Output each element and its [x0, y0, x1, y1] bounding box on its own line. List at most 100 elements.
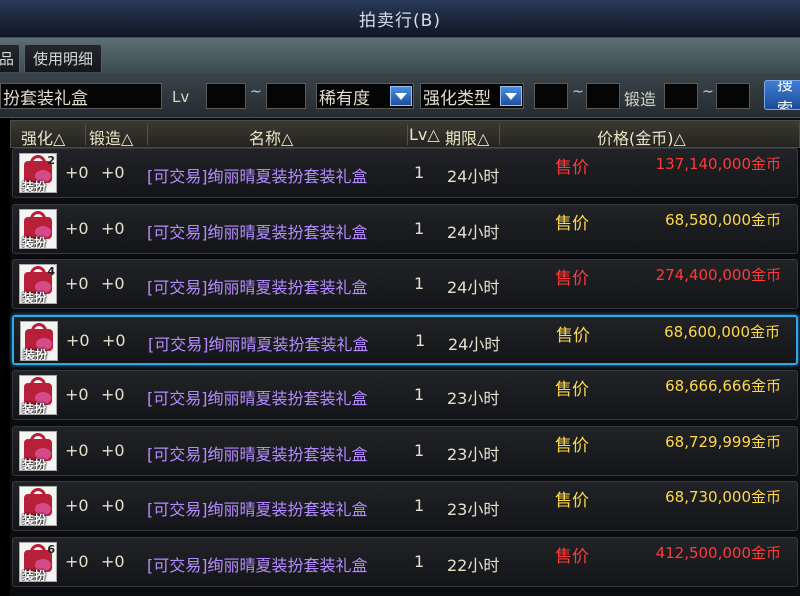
item-level: 1 — [415, 330, 426, 350]
enhance-type-dropdown-button[interactable] — [500, 86, 522, 106]
auction-list: 强化△ 锻造△ 名称△ Lv△ 期限△ 价格(金币)△ 装扮 2 +0 +0 [… — [10, 118, 800, 596]
forge-value: +0 — [101, 440, 125, 460]
item-level: 1 — [414, 274, 425, 293]
forge-max-input-1[interactable] — [586, 83, 620, 109]
item-duration: 22小时 — [447, 555, 500, 575]
enhance-value: +0 — [65, 385, 89, 404]
forge-min-input[interactable] — [534, 83, 568, 109]
table-row[interactable]: 装扮 +0 +0 [可交易]绚丽晴夏装扮套装礼盒 1 24小时 售价 68,60… — [12, 314, 798, 365]
price-label: 售价 — [555, 158, 589, 178]
filter-bar: 扮套装礼盒 Lv ~ 稀有度 强化类型 ~ 锻造 ~ — [0, 74, 800, 118]
gift-box-icon[interactable]: 装扮 — [19, 486, 57, 526]
search-input[interactable]: 扮套装礼盒 — [0, 83, 162, 109]
table-row[interactable]: 装扮 2 +0 +0 [可交易]绚丽晴夏装扮套装礼盒 1 24小时 售价 137… — [12, 148, 798, 198]
search-input-value: 扮套装礼盒 — [3, 88, 88, 109]
table-row[interactable]: 装扮 6 +0 +0 [可交易]绚丽晴夏装扮套装礼盒 1 22小时 售价 412… — [12, 536, 798, 587]
item-level: 1 — [414, 496, 425, 515]
item-icon-label: 装扮 — [22, 513, 47, 526]
header-enhance[interactable]: 强化△ — [21, 125, 65, 149]
enhance-value: +0 — [65, 274, 89, 293]
table-row[interactable]: 装扮 +0 +0 [可交易]绚丽晴夏装扮套装礼盒 1 24小时 售价 68,58… — [12, 203, 798, 254]
enhance-value: +0 — [65, 218, 89, 238]
lv-max-input[interactable] — [266, 83, 306, 109]
item-duration: 24小时 — [447, 278, 500, 297]
enhance-value: +0 — [66, 330, 90, 350]
header-divider — [407, 125, 408, 145]
item-duration: 23小时 — [447, 389, 500, 408]
forge-value: +0 — [102, 330, 126, 350]
gift-box-icon[interactable]: 装扮 — [19, 375, 57, 415]
item-icon-label: 装扮 — [22, 235, 47, 249]
table-row[interactable]: 装扮 +0 +0 [可交易]绚丽晴夏装扮套装礼盒 1 23小时 售价 68,66… — [12, 370, 798, 420]
price-value: 68,600,000金币 — [664, 322, 780, 341]
forge-value: +0 — [101, 163, 125, 182]
item-name: [可交易]绚丽晴夏装扮套装礼盒 — [148, 334, 369, 354]
item-level: 1 — [414, 385, 425, 404]
item-icon-label: 装扮 — [22, 291, 47, 304]
price-label: 售价 — [555, 435, 589, 456]
item-level: 1 — [414, 551, 425, 571]
header-price[interactable]: 价格(金币)△ — [597, 125, 686, 149]
header-duration[interactable]: 期限△ — [445, 125, 489, 149]
gift-box-icon[interactable]: 装扮 6 — [19, 541, 57, 582]
price-label: 售价 — [555, 546, 589, 567]
item-icon-label: 装扮 — [22, 402, 47, 415]
item-name: [可交易]绚丽晴夏装扮套装礼盒 — [147, 278, 368, 297]
forge-value: +0 — [101, 551, 125, 571]
forge-range-max-input[interactable] — [716, 83, 750, 109]
window-titlebar: 拍卖行(B) — [0, 0, 800, 38]
table-row[interactable]: 装扮 4 +0 +0 [可交易]绚丽晴夏装扮套装礼盒 1 24小时 售价 274… — [12, 259, 798, 309]
tab-items[interactable]: 品 — [0, 44, 20, 72]
header-divider — [147, 125, 148, 145]
item-icon-label: 装扮 — [23, 347, 48, 361]
enhance-value: +0 — [65, 551, 89, 571]
enhance-type-select-label: 强化类型 — [423, 88, 491, 109]
price-value: 274,400,000金币 — [655, 266, 781, 284]
forge-value: +0 — [101, 218, 125, 238]
item-quantity: 6 — [47, 542, 55, 556]
tab-usage-details[interactable]: 使用明细 — [24, 44, 103, 72]
forge-value: +0 — [101, 274, 125, 293]
header-name[interactable]: 名称△ — [249, 125, 293, 149]
search-button[interactable]: 搜索 — [764, 80, 800, 110]
forge-range-min-input[interactable] — [664, 83, 698, 109]
gift-box-icon[interactable]: 装扮 — [19, 430, 57, 471]
item-icon-label: 装扮 — [22, 180, 47, 193]
header-divider — [499, 125, 500, 145]
chevron-down-icon — [505, 92, 517, 100]
table-row[interactable]: 装扮 +0 +0 [可交易]绚丽晴夏装扮套装礼盒 1 23小时 售价 68,72… — [12, 425, 798, 476]
table-row[interactable]: 装扮 +0 +0 [可交易]绚丽晴夏装扮套装礼盒 1 23小时 售价 68,73… — [12, 481, 798, 531]
item-duration: 23小时 — [447, 444, 500, 464]
gift-box-icon[interactable]: 装扮 4 — [19, 264, 57, 304]
gift-box-icon[interactable]: 装扮 — [20, 320, 58, 361]
item-name: [可交易]绚丽晴夏装扮套装礼盒 — [147, 389, 368, 408]
item-name: [可交易]绚丽晴夏装扮套装礼盒 — [147, 167, 368, 186]
enhance-value: +0 — [65, 163, 89, 182]
gift-box-icon[interactable]: 装扮 2 — [19, 153, 57, 193]
price-value: 68,730,000金币 — [665, 488, 781, 506]
rarity-dropdown-button[interactable] — [390, 86, 412, 106]
header-lv[interactable]: Lv△ — [409, 125, 440, 144]
enhance-value: +0 — [65, 440, 89, 460]
item-name: [可交易]绚丽晴夏装扮套装礼盒 — [147, 500, 368, 519]
item-level: 1 — [414, 440, 425, 460]
header-forge[interactable]: 锻造△ — [89, 125, 133, 149]
price-value: 412,500,000金币 — [655, 543, 781, 562]
item-icon-label: 装扮 — [22, 568, 47, 582]
item-duration: 23小时 — [447, 500, 500, 519]
item-name: [可交易]绚丽晴夏装扮套装礼盒 — [147, 555, 368, 575]
price-value: 68,729,999金币 — [665, 432, 781, 451]
item-name: [可交易]绚丽晴夏装扮套装礼盒 — [147, 222, 368, 242]
forge-range-tilde-2: ~ — [702, 84, 714, 100]
lv-min-input[interactable] — [206, 83, 246, 109]
forge-value: +0 — [101, 496, 125, 515]
item-name: [可交易]绚丽晴夏装扮套装礼盒 — [147, 444, 368, 464]
lv-label: Lv — [172, 88, 190, 106]
tab-bar: 品 使用明细 — [0, 38, 800, 74]
price-label: 售价 — [555, 213, 589, 234]
rarity-select-label: 稀有度 — [319, 88, 370, 109]
item-duration: 24小时 — [447, 222, 500, 242]
item-quantity: 2 — [47, 154, 55, 167]
tab-items-label: 品 — [0, 50, 15, 68]
gift-box-icon[interactable]: 装扮 — [19, 208, 57, 249]
